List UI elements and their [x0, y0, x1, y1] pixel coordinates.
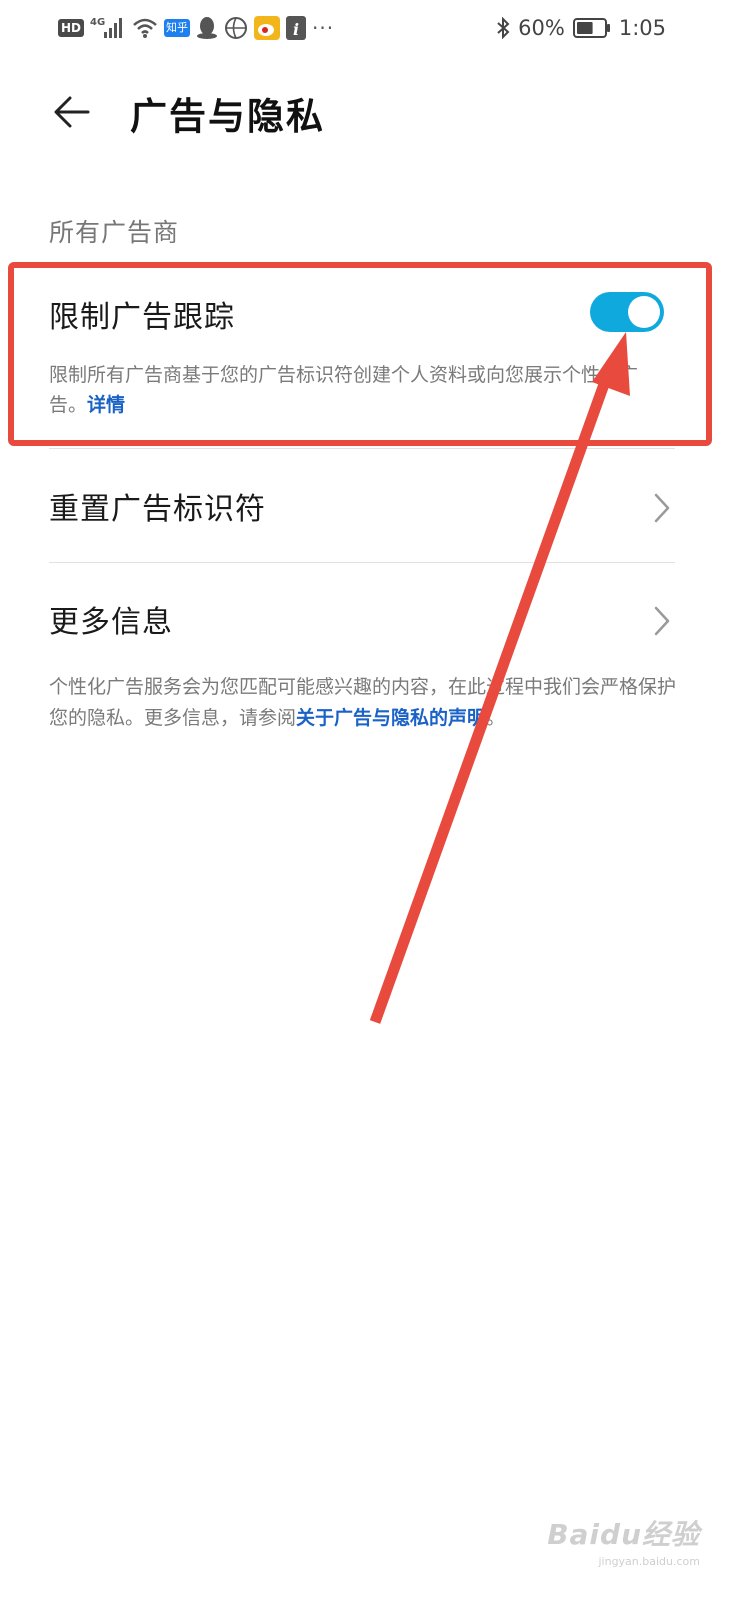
ad-privacy-statement-link[interactable]: 关于广告与隐私的声明 — [296, 707, 486, 729]
signal-4g-icon: 4G — [90, 14, 126, 42]
more-info-row[interactable]: 更多信息 — [0, 569, 738, 669]
bluetooth-icon — [496, 17, 510, 39]
more-info-label: 更多信息 — [49, 605, 173, 640]
clock: 1:05 — [618, 16, 666, 40]
more-icon: ··· — [312, 16, 335, 40]
zhihu-icon: 知乎 — [164, 19, 191, 37]
battery-icon — [572, 18, 611, 38]
hd-icon: HD — [58, 19, 85, 37]
limit-ad-tracking-description-text: 限制所有广告商基于您的广告标识符创建个人资料或向您展示个性化广告。 — [49, 364, 639, 416]
wifi-icon — [132, 17, 158, 39]
svg-text:4G: 4G — [90, 17, 105, 28]
limit-ad-tracking-toggle[interactable] — [590, 292, 664, 332]
back-arrow-icon — [54, 96, 90, 128]
qq-icon — [196, 16, 218, 40]
status-bar: HD 4G 知乎 i ··· 60% 1:05 — [0, 0, 738, 56]
footer-note: 个性化广告服务会为您匹配可能感兴趣的内容，在此过程中我们会严格保护您的隐私。更多… — [49, 672, 679, 734]
page-title: 广告与隐私 — [130, 95, 325, 138]
chevron-right-icon — [654, 606, 670, 636]
browser-icon — [224, 16, 248, 40]
reset-ad-id-row[interactable]: 重置广告标识符 — [0, 456, 738, 556]
status-right: 60% 1:05 — [496, 12, 666, 44]
svg-text:i: i — [293, 20, 299, 39]
toggle-knob — [628, 296, 660, 328]
divider — [49, 448, 675, 449]
app-header: 广告与隐私 — [0, 74, 738, 150]
back-button[interactable] — [48, 88, 96, 136]
footer-end: 。 — [486, 707, 506, 729]
limit-ad-tracking-item: 限制广告跟踪 限制所有广告商基于您的广告标识符创建个人资料或向您展示个性化广告。… — [0, 270, 738, 440]
info-icon: i — [286, 16, 307, 40]
divider — [49, 562, 675, 563]
limit-ad-tracking-title: 限制广告跟踪 — [49, 300, 235, 335]
chevron-right-icon — [654, 493, 670, 523]
watermark-url: jingyan.baidu.com — [598, 1555, 700, 1568]
baidu-watermark: Baidu经验 jingyan.baidu.com — [547, 1513, 700, 1568]
battery-percent: 60% — [518, 16, 565, 40]
status-left-icons: HD 4G 知乎 i ··· — [58, 12, 334, 44]
watermark-logo: Baidu经验 — [547, 1518, 700, 1551]
limit-ad-tracking-description: 限制所有广告商基于您的广告标识符创建个人资料或向您展示个性化广告。详情 — [49, 360, 674, 420]
reset-ad-id-label: 重置广告标识符 — [49, 492, 266, 527]
weibo-icon — [254, 16, 281, 40]
details-link[interactable]: 详情 — [87, 394, 125, 416]
section-label: 所有广告商 — [49, 218, 180, 247]
